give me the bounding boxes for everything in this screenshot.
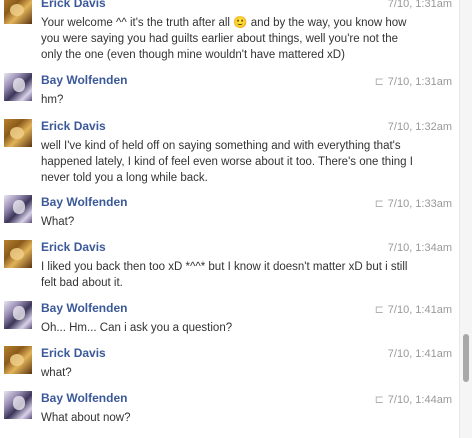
message-time: 7/10, 1:34am xyxy=(387,242,452,254)
sender-name[interactable]: Erick Davis xyxy=(41,0,106,10)
message-time: ⊏ 7/10, 1:31am xyxy=(374,76,452,88)
message-text: well I've kind of held off on saying som… xyxy=(41,140,413,184)
seen-check-icon: ⊏ xyxy=(374,76,384,88)
message-time: 7/10, 1:32am xyxy=(387,121,452,133)
seen-check-icon: ⊏ xyxy=(374,198,384,210)
message-text: Your welcome ^^ it's the truth after all… xyxy=(41,17,407,61)
message-time: ⊏ 7/10, 1:33am xyxy=(374,198,452,210)
seen-check-icon: ⊏ xyxy=(374,394,384,406)
sender-name[interactable]: Bay Wolfenden xyxy=(41,195,127,209)
scrollbar[interactable] xyxy=(459,0,472,438)
avatar[interactable] xyxy=(4,73,32,101)
message-time: ⊏ 7/10, 1:44am xyxy=(374,394,452,406)
sender-name[interactable]: Erick Davis xyxy=(41,346,106,360)
message-time: 7/10, 1:41am xyxy=(387,348,452,360)
sender-name[interactable]: Erick Davis xyxy=(41,240,106,254)
avatar[interactable] xyxy=(4,301,32,329)
message-text: I liked you back then too xD *^^* but I … xyxy=(41,261,408,289)
sender-name[interactable]: Bay Wolfenden xyxy=(41,73,127,87)
message-text: What? xyxy=(41,216,75,228)
message-thread: Erick Davis 7/10, 1:31am Your welcome ^^… xyxy=(0,0,460,438)
sender-name[interactable]: Bay Wolfenden xyxy=(41,391,127,405)
avatar[interactable] xyxy=(4,240,32,268)
sender-name[interactable]: Erick Davis xyxy=(41,119,106,133)
message-text: What about now? xyxy=(41,412,131,424)
seen-check-icon: ⊏ xyxy=(374,304,384,316)
avatar[interactable] xyxy=(4,346,32,374)
scrollbar-thumb[interactable] xyxy=(463,334,469,382)
message-time: ⊏ 7/10, 1:41am xyxy=(374,304,452,316)
message-text: what? xyxy=(41,367,72,379)
sender-name[interactable]: Bay Wolfenden xyxy=(41,301,127,315)
avatar[interactable] xyxy=(4,0,32,24)
avatar[interactable] xyxy=(4,391,32,419)
avatar[interactable] xyxy=(4,195,32,223)
avatar[interactable] xyxy=(4,119,32,147)
message-text: hm? xyxy=(41,94,64,106)
message-text: Oh... Hm... Can i ask you a question? xyxy=(41,322,233,334)
message-time: 7/10, 1:31am xyxy=(387,0,452,10)
